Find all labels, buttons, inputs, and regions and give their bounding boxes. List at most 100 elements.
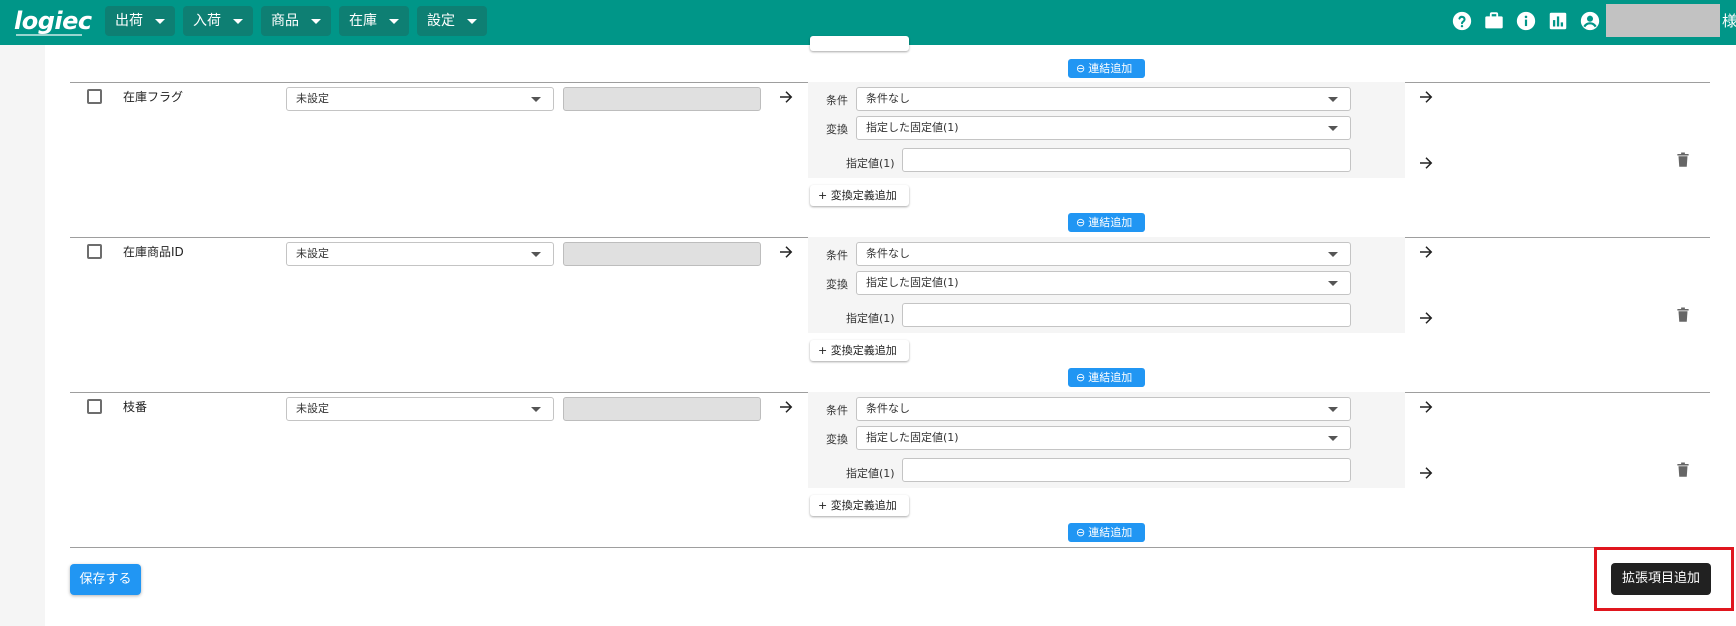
link-icon: ⊖	[1076, 62, 1086, 75]
link-add-label: 連結追加	[1088, 62, 1133, 75]
conversion-label: 変換	[826, 278, 848, 291]
caret-down-icon	[531, 252, 541, 257]
add-conversion-button[interactable]: + 変換定義追加	[810, 495, 909, 516]
conversion-select[interactable]: 指定した固定値(1)	[856, 426, 1351, 450]
chevron-down-icon	[233, 19, 243, 24]
condition-select-value: 条件なし	[866, 402, 910, 415]
caret-down-icon	[1328, 252, 1338, 257]
nav-settings-label: 設定	[427, 13, 455, 29]
caret-down-icon	[1328, 436, 1338, 441]
condition-select-value: 条件なし	[866, 247, 910, 260]
caret-down-icon	[531, 407, 541, 412]
link-add-button[interactable]: ⊖ 連結追加	[1068, 523, 1145, 542]
mapping-select[interactable]: 未設定	[286, 242, 554, 266]
conversion-select-value: 指定した固定値(1)	[866, 276, 959, 289]
mapping-detail-field-disabled	[563, 87, 761, 111]
nav-inventory-label: 在庫	[349, 13, 377, 29]
nav-receiving-label: 入荷	[193, 13, 221, 29]
condition-label: 条件	[826, 404, 848, 417]
logo[interactable]: logiec	[14, 7, 92, 35]
mapping-select-value: 未設定	[296, 247, 329, 260]
fixed-value-label: 指定値(1)	[846, 312, 895, 325]
user-suffix: 様	[1722, 12, 1736, 30]
arrow-right-icon	[777, 398, 795, 416]
fixed-value-input[interactable]	[902, 303, 1351, 327]
caret-down-icon	[1328, 407, 1338, 412]
add-conversion-button-partial[interactable]	[810, 36, 909, 51]
briefcase-icon[interactable]	[1483, 10, 1505, 32]
mapping-select[interactable]: 未設定	[286, 87, 554, 111]
add-extension-item-button[interactable]: 拡張項目追加	[1611, 563, 1711, 595]
field-name: 在庫フラグ	[123, 90, 184, 104]
conversion-select-value: 指定した固定値(1)	[866, 121, 959, 134]
fixed-value-label: 指定値(1)	[846, 157, 895, 170]
delete-row-icon[interactable]	[1674, 461, 1692, 479]
fixed-value-input[interactable]	[902, 148, 1351, 172]
info-icon[interactable]	[1515, 10, 1537, 32]
add-conversion-button[interactable]: + 変換定義追加	[810, 340, 909, 361]
arrow-right-icon	[1417, 88, 1435, 106]
arrow-right-icon	[1417, 309, 1435, 327]
condition-label: 条件	[826, 249, 848, 262]
row-checkbox[interactable]	[87, 89, 102, 104]
conversion-select[interactable]: 指定した固定値(1)	[856, 116, 1351, 140]
link-add-button[interactable]: ⊖ 連結追加	[1068, 59, 1145, 78]
arrow-right-icon	[1417, 154, 1435, 172]
field-name: 在庫商品ID	[123, 245, 184, 259]
caret-down-icon	[1328, 281, 1338, 286]
condition-select[interactable]: 条件なし	[856, 397, 1351, 421]
link-add-label: 連結追加	[1088, 526, 1133, 539]
conversion-select-value: 指定した固定値(1)	[866, 431, 959, 444]
chevron-down-icon	[311, 19, 321, 24]
arrow-right-icon	[777, 243, 795, 261]
link-icon: ⊖	[1076, 371, 1086, 384]
arrow-right-icon	[1417, 243, 1435, 261]
nav-inventory-menu[interactable]: 在庫	[339, 6, 409, 36]
nav-products-menu[interactable]: 商品	[261, 6, 331, 36]
link-add-label: 連結追加	[1088, 371, 1133, 384]
caret-down-icon	[1328, 97, 1338, 102]
nav-products-label: 商品	[271, 13, 299, 29]
mapping-detail-field-disabled	[563, 242, 761, 266]
conversion-select[interactable]: 指定した固定値(1)	[856, 271, 1351, 295]
nav-receiving-menu[interactable]: 入荷	[183, 6, 253, 36]
nav-shipping-label: 出荷	[115, 13, 143, 29]
delete-row-icon[interactable]	[1674, 306, 1692, 324]
condition-select[interactable]: 条件なし	[856, 87, 1351, 111]
chart-icon[interactable]	[1547, 10, 1569, 32]
user-name-redacted	[1606, 4, 1720, 37]
help-icon[interactable]	[1451, 10, 1473, 32]
row-checkbox[interactable]	[87, 399, 102, 414]
conversion-label: 変換	[826, 433, 848, 446]
link-icon: ⊖	[1076, 526, 1086, 539]
save-button[interactable]: 保存する	[70, 564, 141, 595]
chevron-down-icon	[467, 19, 477, 24]
delete-row-icon[interactable]	[1674, 151, 1692, 169]
link-icon: ⊖	[1076, 216, 1086, 229]
nav-settings-menu[interactable]: 設定	[417, 6, 487, 36]
field-name: 枝番	[123, 400, 148, 414]
condition-select[interactable]: 条件なし	[856, 242, 1351, 266]
caret-down-icon	[1328, 126, 1338, 131]
chevron-down-icon	[155, 19, 165, 24]
mapping-select-value: 未設定	[296, 92, 329, 105]
chevron-down-icon	[389, 19, 399, 24]
conversion-label: 変換	[826, 123, 848, 136]
caret-down-icon	[531, 97, 541, 102]
nav-shipping-menu[interactable]: 出荷	[105, 6, 175, 36]
condition-label: 条件	[826, 94, 848, 107]
arrow-right-icon	[1417, 464, 1435, 482]
arrow-right-icon	[777, 88, 795, 106]
mapping-detail-field-disabled	[563, 397, 761, 421]
account-icon[interactable]	[1579, 10, 1601, 32]
fixed-value-input[interactable]	[902, 458, 1351, 482]
row-checkbox[interactable]	[87, 244, 102, 259]
arrow-right-icon	[1417, 398, 1435, 416]
link-add-button[interactable]: ⊖ 連結追加	[1068, 368, 1145, 387]
mapping-select[interactable]: 未設定	[286, 397, 554, 421]
mapping-select-value: 未設定	[296, 402, 329, 415]
condition-select-value: 条件なし	[866, 92, 910, 105]
add-conversion-button[interactable]: + 変換定義追加	[810, 185, 909, 206]
link-add-button[interactable]: ⊖ 連結追加	[1068, 213, 1145, 232]
fixed-value-label: 指定値(1)	[846, 467, 895, 480]
